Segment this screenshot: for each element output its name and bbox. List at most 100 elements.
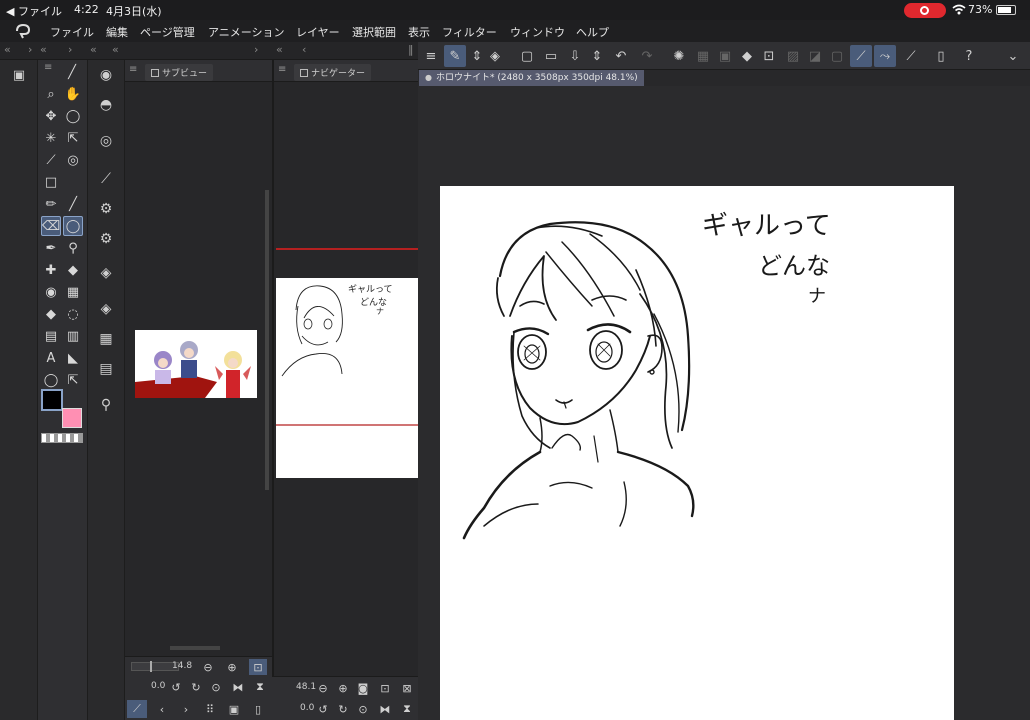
menu-filter[interactable]: フィルター <box>442 24 497 40</box>
eyedropper-tool-icon[interactable]: ⟋ <box>41 150 61 170</box>
loading-spinner-icon[interactable]: ✺ <box>668 45 690 67</box>
transform-icon[interactable]: ◈ <box>484 45 506 67</box>
frame-tool-icon[interactable]: ▥ <box>63 326 83 346</box>
blend-tool-icon[interactable]: ◉ <box>41 282 61 302</box>
save-icon[interactable]: ⇩ <box>564 45 586 67</box>
text-tool-icon[interactable]: A <box>41 348 61 368</box>
accessibility-icon[interactable]: ⚲ <box>95 394 117 416</box>
zoom-in-icon[interactable]: ⊕ <box>336 681 350 695</box>
previous-image-icon[interactable]: ‹ <box>155 702 169 716</box>
fill-icon[interactable]: ◆ <box>736 45 758 67</box>
panel-menu-icon[interactable]: ≡ <box>278 64 286 75</box>
rectangle-tool-icon[interactable]: □ <box>41 172 61 192</box>
sub-color-swatch[interactable] <box>62 408 82 428</box>
redo-icon[interactable]: ↷ <box>636 45 658 67</box>
deselect-icon[interactable]: ▨ <box>782 45 804 67</box>
menu-selection[interactable]: 選択範囲 <box>352 24 396 40</box>
clear-outside-icon[interactable]: ▣ <box>714 45 736 67</box>
layer-icon[interactable]: ◈ <box>95 262 117 284</box>
invert-selection-icon[interactable]: ◪ <box>804 45 826 67</box>
chevron-left-icon[interactable]: ‹ <box>302 43 306 56</box>
next-image-icon[interactable]: › <box>179 702 193 716</box>
image-grid-icon[interactable]: ⠿ <box>203 702 217 716</box>
sub-tool-detail-icon[interactable]: ⚙ <box>95 228 117 250</box>
menu-view[interactable]: 表示 <box>408 24 430 40</box>
magic-wand-tool-icon[interactable]: ✳ <box>41 128 61 148</box>
zoom-tool-icon[interactable]: ⌕ <box>41 84 61 104</box>
menu-edit[interactable]: 編集 <box>106 24 128 40</box>
expand-right-icon[interactable]: › <box>28 43 32 56</box>
zoom-slider-thumb[interactable] <box>150 661 152 672</box>
pattern-tool-icon[interactable]: ◌ <box>63 304 83 324</box>
selection-border-icon[interactable]: ▢ <box>826 45 848 67</box>
material-icon[interactable]: ▦ <box>95 328 117 350</box>
menu-page-management[interactable]: ページ管理 <box>140 24 195 40</box>
undo-icon[interactable]: ↶ <box>610 45 632 67</box>
marker-tool-icon[interactable]: ✒ <box>41 238 61 258</box>
expand-right-icon[interactable]: › <box>68 43 72 56</box>
menu-animation[interactable]: アニメーション <box>208 24 285 40</box>
zoom-out-icon[interactable]: ⊖ <box>316 681 330 695</box>
hamburger-menu-icon[interactable]: ≡ <box>420 45 442 67</box>
color-set-icon[interactable]: ◓ <box>95 94 117 116</box>
object-select-tool-icon[interactable]: ⇱ <box>63 128 83 148</box>
chevron-down-icon[interactable]: ⌄ <box>1002 45 1024 67</box>
back-to-files-link[interactable]: ◀ ファイル <box>6 3 62 19</box>
chevron-up-down-icon[interactable]: ⇕ <box>586 45 608 67</box>
smartphone-icon[interactable]: ▯ <box>930 45 952 67</box>
zoom-out-icon[interactable]: ⊖ <box>201 660 215 674</box>
collapse-left-icon[interactable]: « <box>40 43 47 56</box>
fill-window-icon[interactable]: ⊠ <box>400 681 414 695</box>
collapse-left-icon[interactable]: « <box>90 43 97 56</box>
collapse-left-icon[interactable]: « <box>112 43 119 56</box>
menu-help[interactable]: ヘルプ <box>576 24 609 40</box>
fit-to-view-icon[interactable]: ⊡ <box>249 659 267 675</box>
help-icon[interactable]: ? <box>958 45 980 67</box>
fill-tool-icon[interactable]: ◆ <box>41 304 61 324</box>
layer-property-icon[interactable]: ◈ <box>95 298 117 320</box>
pen-tool-icon[interactable]: ╱ <box>62 62 82 82</box>
reset-rotation-icon[interactable]: ⊙ <box>356 702 370 716</box>
eyedropper-icon[interactable]: ⟋ <box>127 700 147 718</box>
import-image-icon[interactable]: ▣ <box>227 702 241 716</box>
clip-studio-logo-icon[interactable] <box>14 23 32 39</box>
airbrush-tool-icon[interactable]: ⚲ <box>63 238 83 258</box>
curve-snap-icon[interactable]: ⤳ <box>874 45 896 67</box>
eraser-icon[interactable]: ◆ <box>63 260 83 280</box>
gradient-tool-icon[interactable]: ▤ <box>41 326 61 346</box>
brush-size-icon[interactable]: ⟋ <box>95 168 117 190</box>
flip-vertical-icon[interactable]: ⧗ <box>253 680 267 694</box>
eraser-tool-icon[interactable]: ⌫ <box>41 216 61 236</box>
lasso-tool-icon[interactable]: ◯ <box>63 106 83 126</box>
collapse-left-icon[interactable]: « <box>276 43 283 56</box>
subview-scrollbar[interactable] <box>265 190 269 490</box>
ruler-snap-icon[interactable]: ⟋ <box>850 45 872 67</box>
document-tab[interactable]: ● ホロウナイト* (2480 x 3508px 350dpi 48.1%) <box>419 70 644 86</box>
spiral-brush-tool-icon[interactable]: ◎ <box>63 150 83 170</box>
color-wheel-icon[interactable]: ◉ <box>95 64 117 86</box>
grid-tool-icon[interactable]: ▦ <box>63 282 83 302</box>
speech-bubble-tool-icon[interactable]: ◯ <box>41 370 61 390</box>
subview-tab[interactable]: サブビュー <box>145 64 214 81</box>
move-tool-icon[interactable]: ✥ <box>41 106 61 126</box>
zoom-in-icon[interactable]: ⊕ <box>225 660 239 674</box>
rotate-left-icon[interactable]: ↺ <box>169 680 183 694</box>
reset-rotation-icon[interactable]: ⊙ <box>209 680 223 694</box>
expand-right-icon[interactable]: › <box>254 43 258 56</box>
rotate-right-icon[interactable]: ↻ <box>336 702 350 716</box>
flip-horizontal-icon[interactable]: ⧓ <box>378 702 392 716</box>
collapse-left-icon[interactable]: « <box>4 43 11 56</box>
brush-tool-icon[interactable]: ╱ <box>63 194 83 214</box>
fit-to-window-icon[interactable]: ⊡ <box>378 681 392 695</box>
rotate-right-icon[interactable]: ↻ <box>189 680 203 694</box>
intermediate-color-icon[interactable]: ◎ <box>95 130 117 152</box>
tool-property-icon[interactable]: ⚙ <box>95 198 117 220</box>
sparkle-tool-icon[interactable]: ✚ <box>41 260 61 280</box>
transform-selection-icon[interactable]: ⊡ <box>758 45 780 67</box>
panel-divider-handle[interactable]: ‖ <box>408 43 414 56</box>
main-color-swatch[interactable] <box>41 389 63 411</box>
rotate-left-icon[interactable]: ↺ <box>316 702 330 716</box>
delete-icon[interactable]: ▯ <box>251 702 265 716</box>
lasso-fill-tool-icon[interactable]: ◯ <box>63 216 83 236</box>
panel-menu-icon[interactable]: ≡ <box>129 64 137 75</box>
